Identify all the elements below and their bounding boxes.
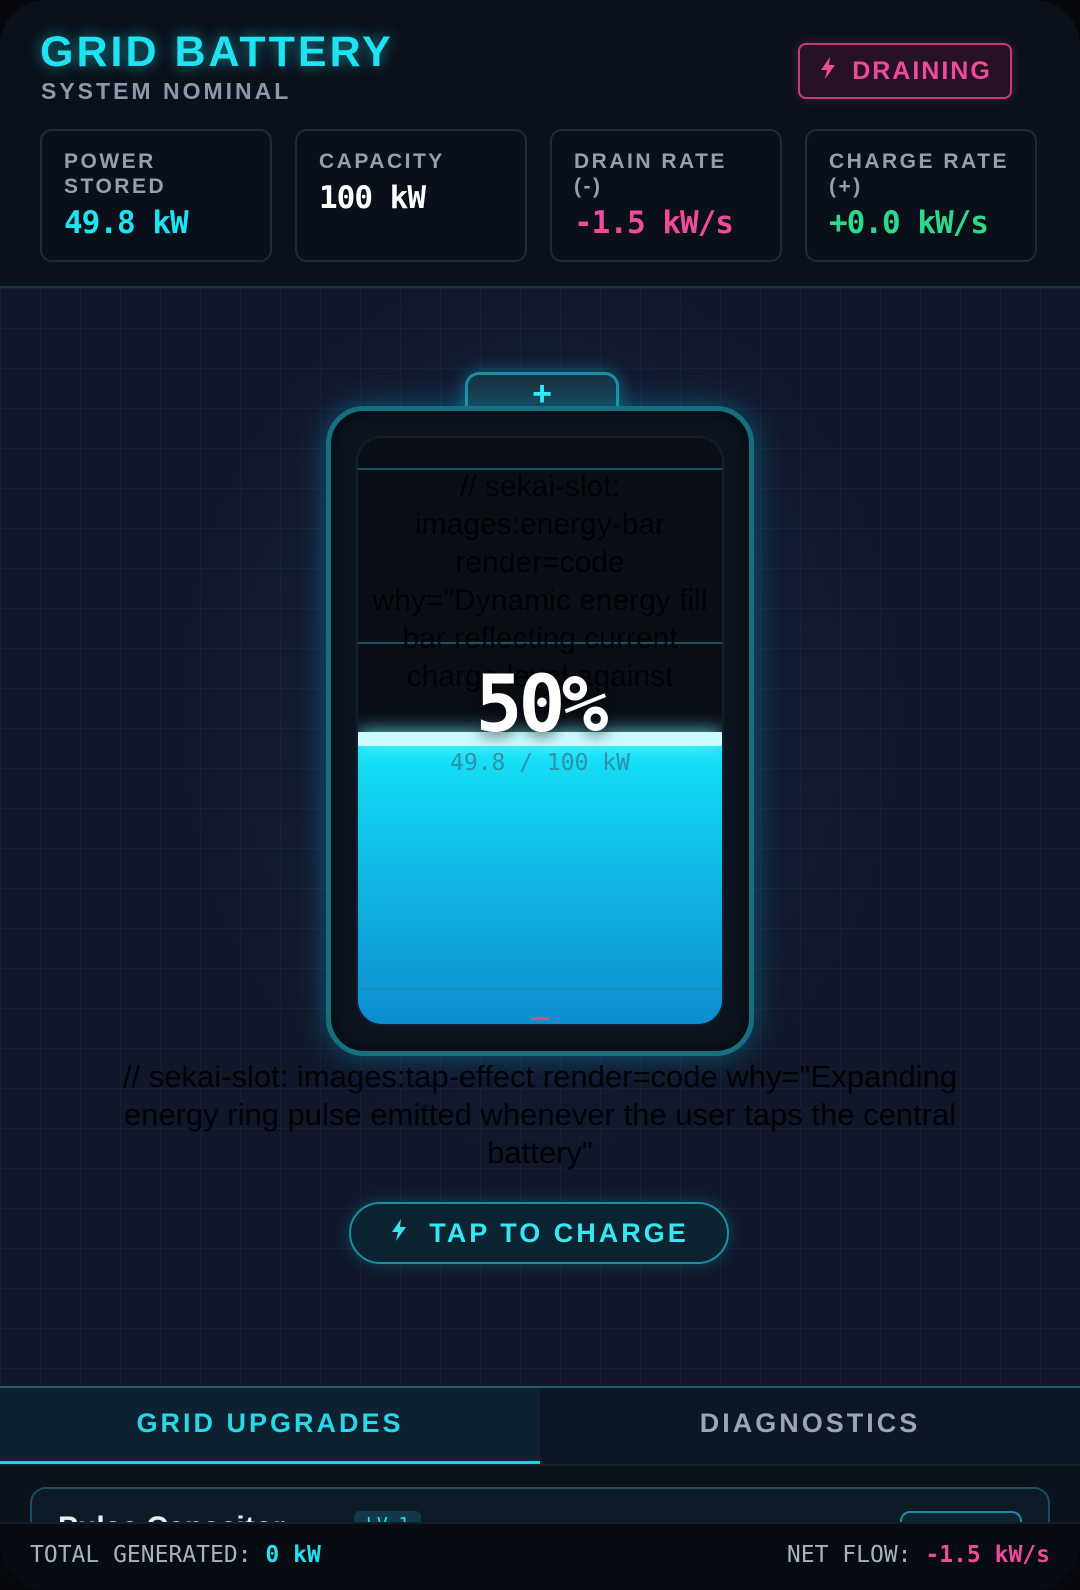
- stat-card-drain-rate: DRAIN RATE (-) -1.5 kW/s: [550, 129, 782, 262]
- upgrade-name: Pulse Capacitor: [58, 1511, 285, 1522]
- net-flow-label: NET FLOW:: [786, 1542, 912, 1568]
- bolt-icon: [389, 1217, 409, 1250]
- tab-grid-upgrades[interactable]: GRID UPGRADES: [0, 1388, 540, 1466]
- charge-amount: 49.8 / 100 kW: [449, 750, 630, 776]
- stat-label: POWER STORED: [64, 150, 167, 198]
- minus-terminal-icon: [531, 1017, 549, 1020]
- net-flow-value: -1.5 kW/s: [925, 1542, 1050, 1568]
- header: GRID BATTERY SYSTEM NOMINAL DRAINING POW…: [0, 0, 1080, 288]
- tab-bar: GRID UPGRADES DIAGNOSTICS: [0, 1386, 1080, 1466]
- charge-button-label: TAP TO CHARGE: [429, 1217, 689, 1248]
- stat-card-capacity: CAPACITY 100 kW: [295, 129, 527, 262]
- stat-card-charge-rate: CHARGE RATE (+) +0.0 kW/s: [805, 129, 1037, 262]
- upgrade-level-badge: LV 1: [354, 1511, 422, 1522]
- stat-label: CAPACITY: [319, 150, 445, 173]
- segment-line: [358, 988, 722, 990]
- status-badge-label: DRAINING: [852, 56, 992, 85]
- stat-label: DRAIN RATE (-): [574, 150, 727, 198]
- upgrade-buy-button[interactable]: [900, 1511, 1022, 1522]
- total-generated-value: 0 kW: [265, 1542, 321, 1568]
- draining-status-badge: DRAINING: [798, 43, 1012, 99]
- battery-area: + // sekai-slot: images:energy-bar rende…: [0, 288, 1080, 1386]
- stat-value: 100 kW: [319, 180, 426, 216]
- upgrade-card[interactable]: Pulse Capacitor LV 1: [30, 1487, 1050, 1522]
- stat-value: -1.5 kW/s: [574, 205, 734, 241]
- tap-effect-slot-note: // sekai-slot: images:tap-effect render=…: [122, 1059, 958, 1170]
- stat-card-power-stored: POWER STORED 49.8 kW: [40, 129, 272, 262]
- tab-diagnostics[interactable]: DIAGNOSTICS: [540, 1388, 1080, 1466]
- total-generated-label: TOTAL GENERATED:: [30, 1542, 252, 1568]
- page-title: GRID BATTERY: [40, 28, 394, 76]
- app-window: GRID BATTERY SYSTEM NOMINAL DRAINING POW…: [0, 0, 1080, 1590]
- bolt-icon: [818, 56, 838, 87]
- upgrade-list: Pulse Capacitor LV 1: [0, 1466, 1080, 1522]
- system-status-text: SYSTEM NOMINAL: [41, 78, 292, 104]
- tap-to-charge-button[interactable]: TAP TO CHARGE: [349, 1202, 729, 1264]
- footer-status-bar: TOTAL GENERATED: 0 kW NET FLOW: -1.5 kW/…: [0, 1522, 1080, 1590]
- total-generated: TOTAL GENERATED: 0 kW: [30, 1542, 321, 1568]
- charge-percent: 50%: [475, 660, 609, 750]
- stat-label: CHARGE RATE (+): [829, 150, 1009, 198]
- stat-value: +0.0 kW/s: [829, 205, 989, 241]
- stat-value: 49.8 kW: [64, 205, 189, 241]
- net-flow: NET FLOW: -1.5 kW/s: [787, 1542, 1050, 1568]
